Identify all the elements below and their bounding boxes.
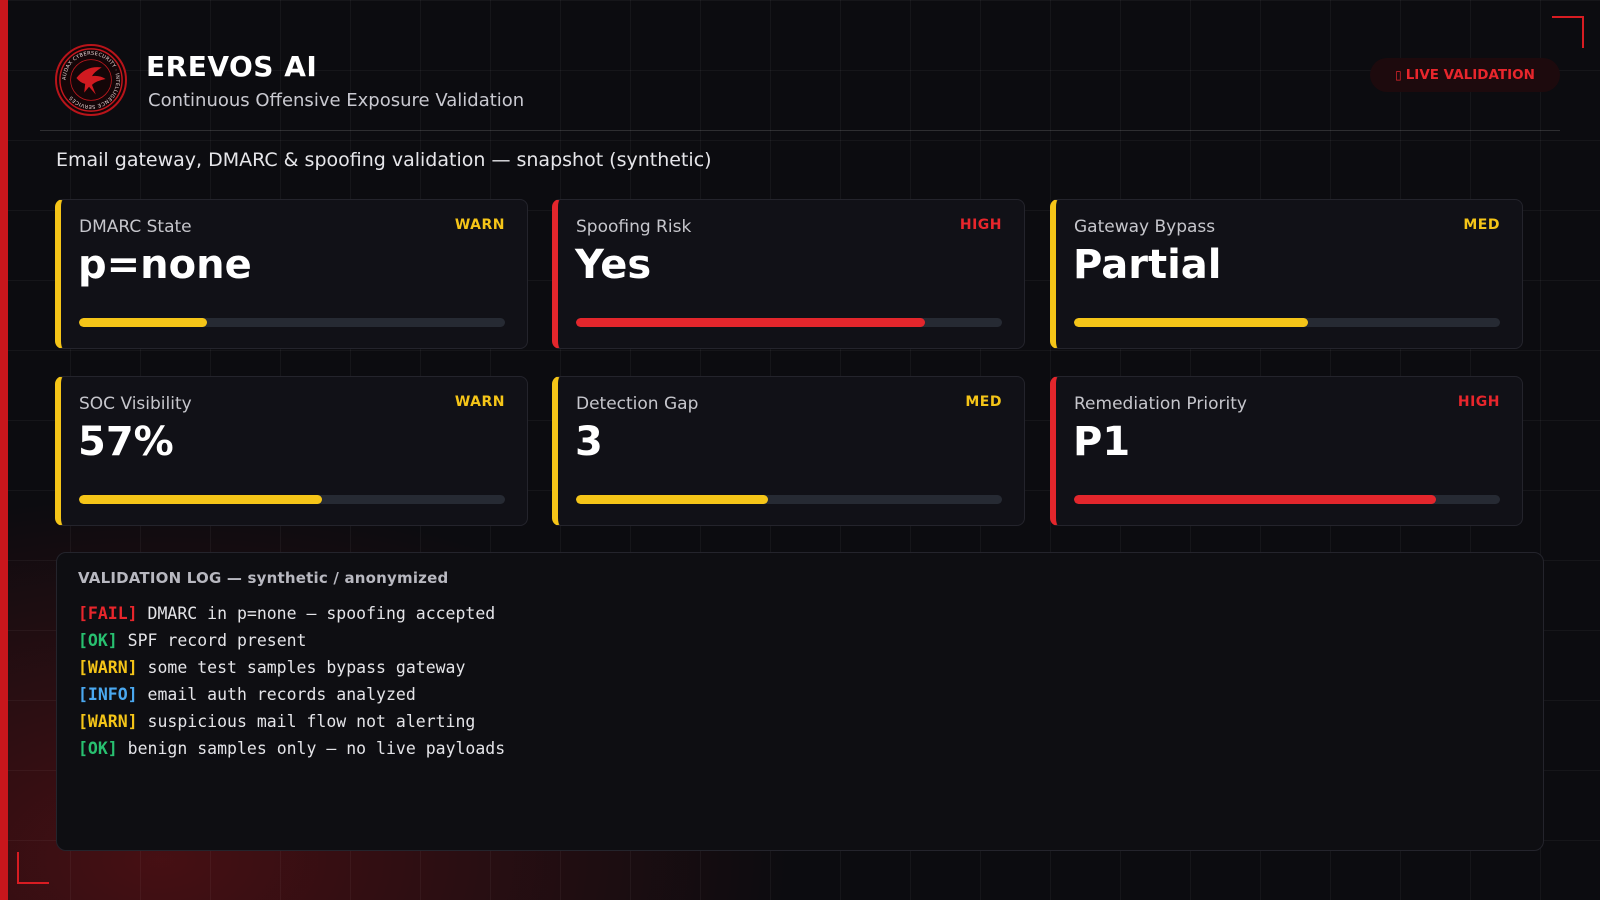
corner-bracket-top-right [1552, 16, 1584, 48]
log-line: [INFO] email auth records analyzed [78, 681, 505, 708]
log-message: suspicious mail flow not alerting [137, 712, 476, 731]
log-tag: [WARN] [78, 712, 138, 731]
log-message: email auth records analyzed [137, 685, 416, 704]
log-title: VALIDATION LOG — synthetic / anonymized [78, 569, 449, 587]
progress-track [79, 318, 505, 327]
left-accent-rail [0, 0, 8, 900]
log-tag: [OK] [78, 739, 118, 758]
log-line: [OK] benign samples only — no live paylo… [78, 735, 505, 762]
card-status-badge: HIGH [1457, 394, 1500, 410]
card-dmarc-state[interactable]: DMARC State WARN p=none [55, 199, 528, 349]
log-message: SPF record present [117, 631, 307, 650]
log-message: benign samples only — no live payloads [117, 739, 506, 758]
card-label: SOC Visibility [79, 394, 192, 414]
log-line: [WARN] suspicious mail flow not alerting [78, 708, 505, 735]
log-tag: [OK] [78, 631, 118, 650]
card-value: Partial [1073, 242, 1222, 288]
card-status-badge: HIGH [959, 217, 1002, 233]
section-title: Email gateway, DMARC & spoofing validati… [56, 149, 712, 171]
card-label: Spoofing Risk [576, 217, 692, 237]
corner-bracket-bottom-left [17, 852, 49, 884]
card-gateway-bypass[interactable]: Gateway Bypass MED Partial [1050, 199, 1523, 349]
card-value: p=none [78, 242, 252, 288]
log-line: [FAIL] DMARC in p=none — spoofing accept… [78, 600, 505, 627]
log-line: [WARN] some test samples bypass gateway [78, 654, 505, 681]
card-status-badge: WARN [454, 394, 505, 410]
card-soc-visibility[interactable]: SOC Visibility WARN 57% [55, 376, 528, 526]
card-detection-gap[interactable]: Detection Gap MED 3 [552, 376, 1025, 526]
card-status-badge: MED [1463, 217, 1500, 233]
card-status-badge: WARN [454, 217, 505, 233]
log-tag: [FAIL] [78, 604, 138, 623]
card-remediation-priority[interactable]: Remediation Priority HIGH P1 [1050, 376, 1523, 526]
log-message: some test samples bypass gateway [137, 658, 466, 677]
live-validation-label: LIVE VALIDATION [1405, 67, 1535, 83]
card-label: DMARC State [79, 217, 192, 237]
card-value: Yes [575, 242, 652, 288]
validation-log-panel[interactable]: VALIDATION LOG — synthetic / anonymized … [56, 552, 1544, 851]
log-tag: [INFO] [78, 685, 138, 704]
card-spoofing-risk[interactable]: Spoofing Risk HIGH Yes [552, 199, 1025, 349]
progress-track [576, 495, 1002, 504]
card-value: P1 [1073, 419, 1131, 465]
log-line: [OK] SPF record present [78, 627, 505, 654]
live-validation-badge[interactable]: ▯ LIVE VALIDATION [1370, 58, 1560, 92]
hawk-emblem-icon: AUDAX CYBERSECURITY · INTELLIGENCE SERVI… [59, 48, 123, 112]
progress-track [1074, 318, 1500, 327]
progress-fill [1074, 318, 1309, 327]
progress-track [1074, 495, 1500, 504]
progress-fill [1074, 495, 1437, 504]
progress-track [79, 495, 505, 504]
live-indicator-icon: ▯ [1395, 68, 1402, 82]
log-message: DMARC in p=none — spoofing accepted [137, 604, 496, 623]
app-subtitle: Continuous Offensive Exposure Validation [148, 90, 525, 111]
card-status-badge: MED [965, 394, 1002, 410]
log-tag: [WARN] [78, 658, 138, 677]
card-label: Gateway Bypass [1074, 217, 1216, 237]
card-value: 3 [575, 419, 603, 465]
card-label: Remediation Priority [1074, 394, 1247, 414]
app-title: EREVOS AI [146, 50, 318, 83]
card-value: 57% [78, 419, 174, 465]
progress-fill [79, 318, 207, 327]
header-divider [40, 130, 1560, 131]
progress-fill [576, 318, 926, 327]
progress-fill [576, 495, 768, 504]
progress-fill [79, 495, 322, 504]
log-lines: [FAIL] DMARC in p=none — spoofing accept… [78, 600, 505, 762]
progress-track [576, 318, 1002, 327]
card-label: Detection Gap [576, 394, 699, 414]
company-logo: AUDAX CYBERSECURITY · INTELLIGENCE SERVI… [55, 44, 127, 116]
